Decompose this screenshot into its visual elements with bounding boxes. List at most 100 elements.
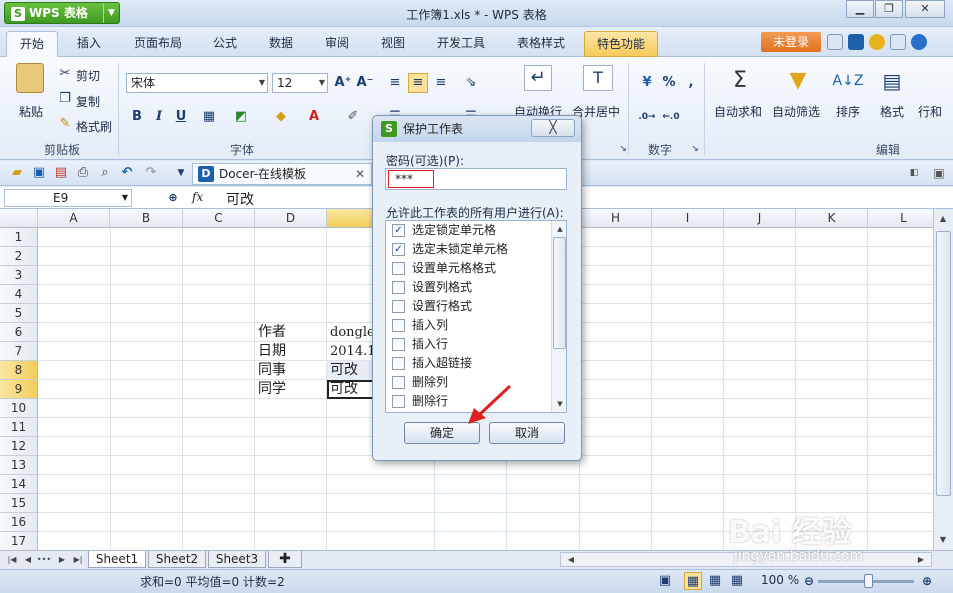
print-preview-icon[interactable]: ⌕ xyxy=(96,164,114,182)
password-input[interactable]: *** xyxy=(385,168,567,190)
permissions-scrollbar[interactable]: ▲ ▼ xyxy=(551,221,566,412)
align-top-icon[interactable]: ≡ xyxy=(386,74,404,92)
align-middle-icon[interactable]: ≡ xyxy=(408,73,428,93)
column-header[interactable]: J xyxy=(724,209,796,228)
vertical-scrollbar[interactable]: ▲ ▼ xyxy=(933,209,953,550)
column-header[interactable]: L xyxy=(868,209,933,228)
borders-icon[interactable]: ▦ xyxy=(200,108,218,126)
sheet-tab-sheet2[interactable]: Sheet2 xyxy=(148,551,206,568)
row-header[interactable]: 9 xyxy=(0,380,38,399)
pdf-icon[interactable]: ▤ xyxy=(52,164,70,182)
dialog-close-button[interactable]: ╳ xyxy=(531,119,575,137)
font-size-select[interactable]: 12 ▼ xyxy=(272,73,328,93)
dialog-launcher-icon[interactable]: ↘ xyxy=(686,140,704,158)
prev-sheet-icon[interactable]: ◀ xyxy=(20,552,36,568)
print-icon[interactable]: ⎙ xyxy=(74,164,92,182)
align-bottom-icon[interactable]: ≡ xyxy=(432,74,450,92)
shirt-icon[interactable] xyxy=(890,34,906,50)
autosum-button[interactable]: 自动求和 xyxy=(714,103,762,120)
permission-insert-hyperlinks[interactable]: 插入超链接 xyxy=(392,354,552,373)
permission-insert-rows[interactable]: 插入行 xyxy=(392,335,552,354)
undo-icon[interactable]: ↶ xyxy=(118,164,136,182)
checkbox[interactable] xyxy=(392,357,405,370)
open-icon[interactable]: ▰ xyxy=(8,164,26,182)
row-header[interactable]: 16 xyxy=(0,513,38,532)
last-sheet-icon[interactable]: ▶| xyxy=(70,552,86,568)
paste-button[interactable]: 粘贴 xyxy=(19,103,43,120)
row-header[interactable]: 10 xyxy=(0,399,38,418)
first-sheet-icon[interactable]: |◀ xyxy=(4,552,20,568)
tab-table-style[interactable]: 表格样式 xyxy=(506,31,576,57)
checkbox[interactable] xyxy=(392,281,405,294)
scroll-right-icon[interactable]: ▶ xyxy=(913,552,929,568)
row-header[interactable]: 1 xyxy=(0,228,38,247)
row-header[interactable]: 8 xyxy=(0,361,38,380)
clear-format-icon[interactable]: ✐ xyxy=(344,108,362,126)
shrink-font-icon[interactable]: A⁻ xyxy=(356,74,374,92)
cell-d6[interactable]: 作者 xyxy=(258,323,326,342)
cell-d8[interactable]: 同事 xyxy=(258,361,326,380)
fx-icon[interactable]: fx xyxy=(192,190,203,204)
paste-icon[interactable] xyxy=(16,63,44,93)
help-icon[interactable] xyxy=(911,34,927,50)
checkbox[interactable] xyxy=(392,319,405,332)
bold-button[interactable]: B xyxy=(128,108,146,126)
row-col-button[interactable]: 行和 xyxy=(918,103,942,120)
checkbox[interactable] xyxy=(392,376,405,389)
row-header[interactable]: 13 xyxy=(0,456,38,475)
column-header[interactable]: H xyxy=(580,209,652,228)
checkbox[interactable] xyxy=(392,338,405,351)
dialog-launcher-icon[interactable]: ↘ xyxy=(614,140,632,158)
scroll-down-icon[interactable]: ▼ xyxy=(552,396,566,412)
close-window-button[interactable]: ✕ xyxy=(905,0,945,18)
scroll-left-icon[interactable]: ◀ xyxy=(563,552,579,568)
cell-d9[interactable]: 同学 xyxy=(258,380,326,399)
checkbox[interactable]: ✓ xyxy=(392,224,405,237)
row-header[interactable]: 17 xyxy=(0,532,38,550)
row-header[interactable]: 14 xyxy=(0,475,38,494)
increase-decimal-icon[interactable]: .0→ xyxy=(638,108,656,126)
maximize-button[interactable]: ❐ xyxy=(875,0,903,18)
scroll-up-icon[interactable]: ▲ xyxy=(935,211,951,227)
font-name-select[interactable]: 宋体 ▼ xyxy=(126,73,268,93)
tab-review[interactable]: 审阅 xyxy=(314,31,360,57)
grow-font-icon[interactable]: A⁺ xyxy=(334,74,352,92)
column-header[interactable]: A xyxy=(38,209,110,228)
customize-toolbar-icon[interactable]: ▼ xyxy=(172,164,190,182)
docer-doc-tab[interactable]: D Docer-在线模板 ✕ xyxy=(192,163,372,185)
zoom-out-icon[interactable]: ⊖ xyxy=(800,572,818,590)
row-header[interactable]: 2 xyxy=(0,247,38,266)
collapse-ribbon-icon[interactable] xyxy=(827,34,843,50)
tab-developer[interactable]: 开发工具 xyxy=(426,31,496,57)
zoom-in-icon[interactable]: ⊕ xyxy=(918,572,936,590)
autofilter-button[interactable]: 自动筛选 xyxy=(772,103,820,120)
formula-input[interactable]: 可改 xyxy=(226,189,254,209)
next-sheet-icon[interactable]: ▶ xyxy=(54,552,70,568)
permission-select-unlocked[interactable]: ✓ 选定未锁定单元格 xyxy=(392,240,552,259)
tab-view[interactable]: 视图 xyxy=(370,31,416,57)
fill-color-icon[interactable]: ◆ xyxy=(272,108,290,126)
scroll-up-icon[interactable]: ▲ xyxy=(552,221,566,237)
save-status-icon[interactable]: ▣ xyxy=(656,572,674,590)
add-sheet-button[interactable]: ✚ xyxy=(268,551,302,568)
close-tab-icon[interactable]: ▣ xyxy=(930,164,948,182)
scroll-down-icon[interactable]: ▼ xyxy=(935,532,951,548)
permission-format-columns[interactable]: 设置列格式 xyxy=(392,278,552,297)
row-header[interactable]: 6 xyxy=(0,323,38,342)
docer-icon[interactable] xyxy=(848,34,864,50)
permission-format-cells[interactable]: 设置单元格格式 xyxy=(392,259,552,278)
checkbox[interactable] xyxy=(392,300,405,313)
italic-button[interactable]: I xyxy=(150,108,168,126)
format-button[interactable]: 格式 xyxy=(880,103,904,120)
tab-formula[interactable]: 公式 xyxy=(202,31,248,57)
tab-home[interactable]: 开始 xyxy=(6,31,58,57)
tab-data[interactable]: 数据 xyxy=(258,31,304,57)
copy-button[interactable]: 复制 xyxy=(76,93,100,110)
row-header[interactable]: 7 xyxy=(0,342,38,361)
skin-icon[interactable] xyxy=(869,34,885,50)
tab-special-features[interactable]: 特色功能 xyxy=(584,31,658,57)
tab-list-icon[interactable]: ◧ xyxy=(905,164,923,182)
row-header[interactable]: 4 xyxy=(0,285,38,304)
cell-style-icon[interactable]: ◩ xyxy=(232,108,250,126)
sheet-tab-sheet3[interactable]: Sheet3 xyxy=(208,551,266,568)
